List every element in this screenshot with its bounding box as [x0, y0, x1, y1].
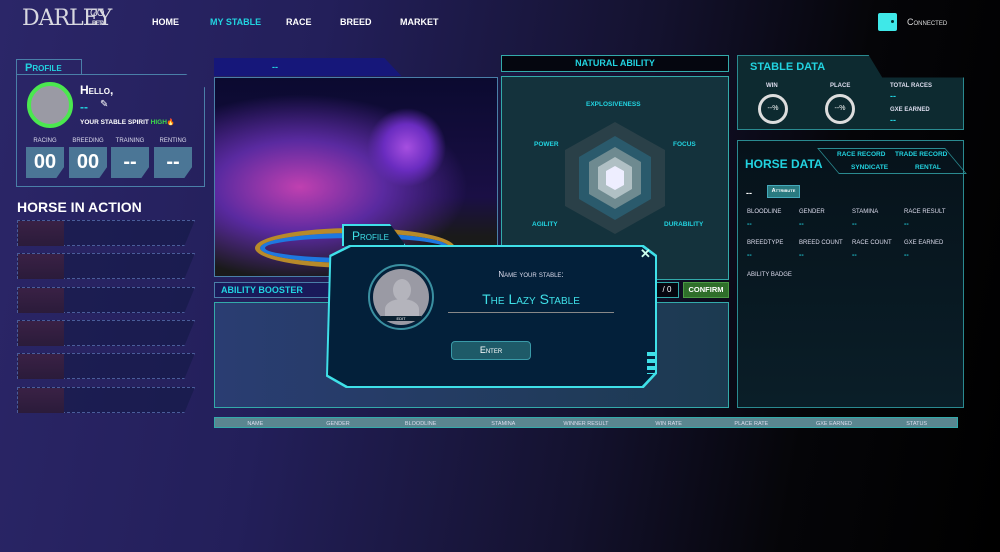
total-races-label: TOTAL RACES	[890, 83, 933, 89]
wallet-icon[interactable]	[878, 13, 897, 31]
horse-head-icon	[18, 321, 64, 346]
field-label: BLOODLINE	[747, 209, 782, 215]
fire-icon: 🔥	[166, 119, 176, 126]
stable-name: --	[80, 100, 88, 114]
axis-explosiveness: EXPLOSIVENESS	[586, 101, 641, 108]
attribute-button[interactable]: Attribute	[767, 185, 800, 198]
horse-slot[interactable]	[17, 287, 195, 313]
field-label: GENDER	[799, 209, 825, 215]
confirm-button[interactable]: CONFIRM	[683, 282, 729, 298]
axis-agility: AGILITY	[532, 221, 558, 228]
horse-head-icon	[18, 221, 64, 246]
horse-slot[interactable]	[17, 353, 195, 379]
horse-name: --	[746, 188, 752, 198]
horse-head-icon	[18, 254, 64, 279]
column-header[interactable]: GENDER	[297, 421, 380, 427]
person-icon	[393, 279, 411, 301]
field-label: RACE RESULT	[904, 209, 946, 215]
column-header[interactable]: BLOODLINE	[379, 421, 462, 427]
horse-slot[interactable]	[17, 387, 195, 413]
field-value: --	[747, 221, 752, 228]
horse-slot[interactable]	[17, 320, 195, 346]
edit-pencil-icon[interactable]: ✎	[100, 99, 108, 110]
field-value: --	[747, 252, 752, 259]
win-label: WIN	[766, 83, 778, 89]
nav-breed[interactable]: BREED	[340, 17, 372, 27]
horse-in-action-title: HORSE IN ACTION	[17, 199, 142, 215]
stable-data-title: STABLE DATA	[750, 61, 826, 73]
edit-avatar-button[interactable]: EDIT	[381, 316, 421, 321]
axis-power: POWER	[534, 141, 559, 148]
field-value: --	[904, 221, 909, 228]
field-value: --	[904, 252, 909, 259]
horse-head-icon	[18, 288, 64, 313]
nav-market[interactable]: MARKET	[400, 17, 439, 27]
logo[interactable]: DARLEY GO BETA	[22, 6, 112, 31]
nav-race[interactable]: RACE	[286, 17, 312, 27]
nav-my-stable[interactable]: MY STABLE	[210, 17, 261, 27]
stat-label: RENTING	[159, 138, 187, 144]
avatar[interactable]	[27, 82, 73, 128]
viewer-title: --	[272, 62, 278, 72]
horse-slot[interactable]	[17, 220, 195, 246]
greeting: Hello,	[80, 83, 114, 97]
win-rate-gauge: --%	[758, 94, 788, 124]
field-label: STAMINA	[852, 209, 879, 215]
column-header[interactable]: GXE EARNED	[793, 421, 876, 427]
column-header[interactable]: PLACE RATE	[710, 421, 793, 427]
close-icon[interactable]: ✕	[640, 246, 651, 262]
natural-ability-title: NATURAL ABILITY	[501, 55, 729, 72]
gxe-earned-value: --	[890, 115, 896, 125]
horse-head-icon	[18, 388, 64, 413]
modal-decor-stripes	[647, 352, 655, 374]
tab-syndicate[interactable]: SYNDICATE	[851, 164, 888, 171]
tab-trade-record[interactable]: TRADE RECORD	[895, 151, 947, 158]
field-label: RACE COUNT	[852, 240, 892, 246]
horse-data-title: HORSE DATA	[745, 157, 823, 171]
spirit-value: HIGH	[150, 119, 167, 126]
training-count: --	[111, 147, 149, 178]
column-header[interactable]: WIN RATE	[627, 421, 710, 427]
field-value: --	[799, 221, 804, 228]
tab-rental[interactable]: RENTAL	[915, 164, 941, 171]
renting-count: --	[154, 147, 192, 178]
stat-label: TRAINING	[115, 138, 145, 144]
ability-badge-label: ABILITY BADGE	[747, 272, 792, 278]
tab-race-record[interactable]: RACE RECORD	[837, 151, 885, 158]
field-value: --	[852, 221, 857, 228]
stable-name-input[interactable]	[448, 286, 614, 313]
ability-booster-title: ABILITY BOOSTER	[214, 282, 333, 298]
gxe-earned-label: GXE EARNED	[890, 107, 930, 113]
column-header[interactable]: STATUS	[875, 421, 958, 427]
ability-hexagon	[565, 122, 665, 234]
spirit-label: YOUR STABLE SPIRIT	[80, 119, 149, 126]
stat-label: BREEDING	[72, 138, 104, 144]
place-rate-gauge: --%	[825, 94, 855, 124]
breeding-count: 00	[69, 147, 107, 178]
field-value: --	[799, 252, 804, 259]
field-label: GXE EARNED	[904, 240, 944, 246]
axis-focus: FOCUS	[673, 141, 696, 148]
horse-head-icon	[18, 354, 64, 379]
profile-tab: Profile	[16, 59, 82, 75]
wallet-status: Connected	[907, 17, 948, 27]
total-races-value: --	[890, 91, 896, 101]
viewer-header	[214, 58, 402, 76]
column-header[interactable]: NAME	[214, 421, 297, 427]
name-prompt: Name your stable:	[498, 270, 564, 279]
field-value: --	[852, 252, 857, 259]
field-label: BREEDTYPE	[747, 240, 784, 246]
stable-avatar[interactable]: EDIT	[368, 264, 434, 330]
racing-count: 00	[26, 147, 64, 178]
enter-button[interactable]: Enter	[451, 341, 531, 360]
field-label: BREED COUNT	[799, 240, 843, 246]
points-counter: / 0	[655, 282, 679, 298]
horse-slot[interactable]	[17, 253, 195, 279]
place-label: PLACE	[830, 83, 851, 89]
stat-label: RACING	[33, 138, 57, 144]
column-header[interactable]: WINNER RESULT	[545, 421, 628, 427]
nav-home[interactable]: HOME	[152, 17, 179, 27]
axis-durability: DURABILITY	[664, 221, 704, 228]
column-header[interactable]: STAMINA	[462, 421, 545, 427]
